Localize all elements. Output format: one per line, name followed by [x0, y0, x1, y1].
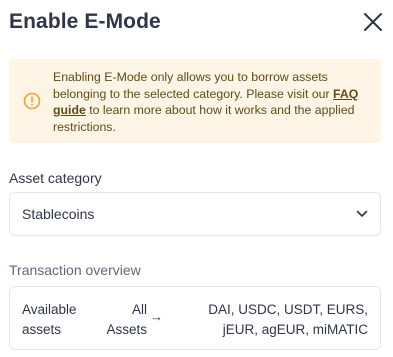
modal-header: Enable E-Mode	[9, 8, 384, 36]
chevron-down-icon	[356, 210, 368, 217]
available-assets-label: Available assets	[22, 302, 77, 337]
assets-to-value: DAI, USDC, USDT, EURS, jEUR, agEUR, miMA…	[208, 302, 368, 337]
transaction-overview-label: Transaction overview	[9, 262, 141, 278]
emode-warning-alert: Enabling E-Mode only allows you to borro…	[9, 59, 381, 143]
modal-title: Enable E-Mode	[9, 10, 161, 33]
warning-circle-icon	[23, 92, 41, 110]
asset-category-label: Asset category	[9, 170, 102, 186]
close-icon	[364, 13, 382, 31]
arrow-right-icon: →	[150, 309, 163, 324]
assets-from-value: All Assets	[106, 302, 147, 337]
close-button[interactable]	[362, 11, 384, 33]
asset-category-select[interactable]: Stablecoins	[9, 192, 381, 236]
transaction-overview-box: Available assets All Assets → DAI, USDC,…	[9, 286, 381, 350]
warning-text: Enabling E-Mode only allows you to borro…	[53, 70, 359, 134]
asset-category-value: Stablecoins	[22, 206, 95, 222]
